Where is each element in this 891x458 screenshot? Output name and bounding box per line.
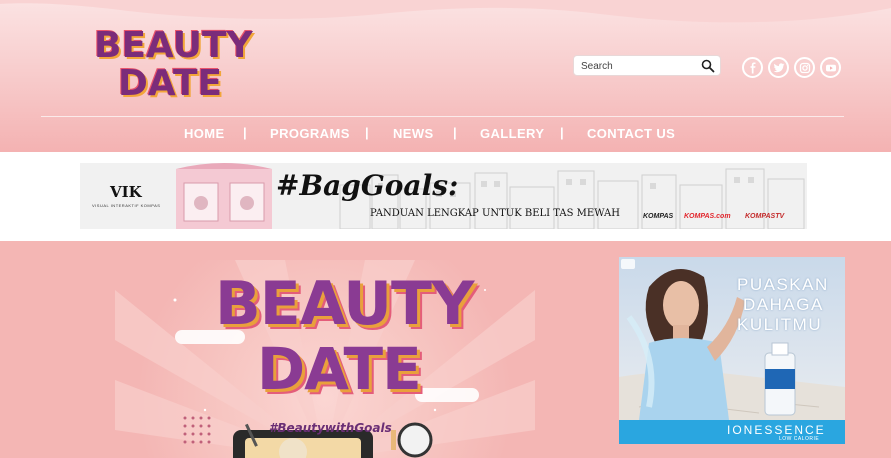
side-ad-brand-bar: IONESSENCE LOW CALORIE	[619, 420, 845, 444]
logo-line-date: DATE	[118, 63, 223, 104]
side-ad-line-3: KULITMU	[737, 315, 823, 334]
site-header: BEAUTY DATE HOME | PROGRAMS | NEWS | GAL…	[0, 0, 891, 152]
vik-subtitle: VISUAL INTERAKTIF KOMPAS	[92, 203, 161, 208]
nav-item-contact-us[interactable]: CONTACT US	[587, 126, 675, 141]
nav-separator: |	[365, 125, 369, 140]
search-input[interactable]	[581, 58, 696, 74]
main-navigation: HOME | PROGRAMS | NEWS | GALLERY | CONTA…	[0, 123, 891, 145]
hero-title-beauty: BEAUTY	[215, 269, 474, 339]
bag-goals-title: #BagGoals:	[276, 169, 459, 202]
side-ad-line-1: PUASKAN	[737, 275, 829, 294]
logo-line-beauty: BEAUTY	[94, 25, 253, 66]
kompas-tv-logo: KOMPASTV	[745, 213, 785, 220]
bag-goals-subtitle: PANDUAN LENGKAP UNTUK BELI TAS MEWAH	[370, 208, 620, 219]
youtube-icon[interactable]	[820, 57, 841, 78]
beauty-date-hero-image[interactable]: BEAUTY DATE #BeautywithGoals	[115, 260, 535, 458]
beauty-date-logo[interactable]: BEAUTY DATE	[94, 28, 253, 104]
instagram-icon[interactable]	[794, 57, 815, 78]
hero-title-date: DATE	[257, 335, 422, 403]
vik-logo-text: VIK	[110, 183, 142, 201]
nav-item-programs[interactable]: PROGRAMS	[270, 126, 350, 141]
side-ad-brand-sub: LOW CALORIE	[779, 436, 820, 442]
side-ad-line-2: DAHAGA	[743, 295, 824, 314]
search-icon[interactable]	[701, 59, 715, 73]
ionessence-side-ad[interactable]: PUASKAN DAHAGA KULITMU IONESSENCE LOW CA…	[619, 257, 845, 444]
bag-goals-ad-banner[interactable]: VIK VISUAL INTERAKTIF KOMPAS #BagGoals: …	[80, 163, 807, 229]
nav-separator: |	[560, 125, 564, 140]
kompas-com-logo: KOMPAS.com	[684, 213, 731, 220]
twitter-icon[interactable]	[768, 57, 789, 78]
nav-item-home[interactable]: HOME	[184, 126, 225, 141]
hero-hashtag: #BeautywithGoals	[269, 421, 392, 435]
nav-item-news[interactable]: NEWS	[393, 126, 434, 141]
facebook-icon[interactable]	[742, 57, 763, 78]
search-box	[573, 55, 721, 76]
ad-strip: VIK VISUAL INTERAKTIF KOMPAS #BagGoals: …	[0, 152, 891, 241]
side-ad-brand: IONESSENCE	[727, 423, 826, 437]
nav-item-gallery[interactable]: GALLERY	[480, 126, 544, 141]
nav-separator: |	[453, 125, 457, 140]
kompas-logo: KOMPAS	[643, 213, 674, 220]
nav-separator: |	[243, 125, 247, 140]
main-content: BEAUTY DATE #BeautywithGoals PUASKAN DAH…	[0, 241, 891, 458]
cloud-decoration	[415, 388, 479, 402]
nav-divider-line	[41, 116, 844, 117]
